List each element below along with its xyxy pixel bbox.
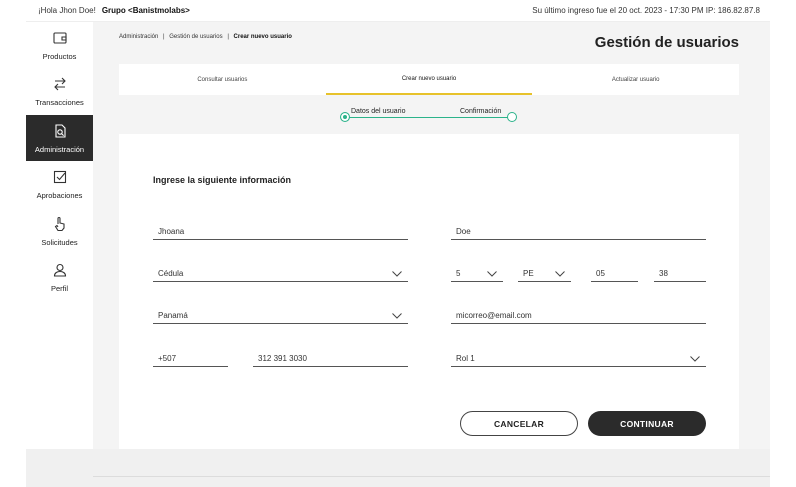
transfer-arrows-icon xyxy=(53,77,66,91)
role-select[interactable]: Rol 1 xyxy=(451,351,706,367)
top-bar: ¡Hola Jhon Doe! Grupo <Banistmolabs> Su … xyxy=(26,0,770,22)
sidebar-item-label: Productos xyxy=(42,51,77,61)
email-field[interactable]: micorreo@email.com xyxy=(451,308,706,324)
id-part2-value: PE xyxy=(523,269,534,278)
breadcrumb-separator: | xyxy=(227,34,229,40)
chevron-down-icon xyxy=(392,312,402,319)
breadcrumb-separator: | xyxy=(163,34,165,40)
id-part4-field[interactable]: 38 xyxy=(654,266,706,282)
progress-stepper: Datos del usuario Confirmación xyxy=(340,108,520,124)
chevron-down-icon xyxy=(487,270,497,277)
breadcrumb-administracion[interactable]: Administración xyxy=(119,34,158,40)
footer-area xyxy=(26,449,770,487)
chevron-down-icon xyxy=(392,270,402,277)
email-value: micorreo@email.com xyxy=(456,311,532,320)
phone-number-field[interactable]: 312 391 3030 xyxy=(253,351,408,367)
phone-code-value: +507 xyxy=(158,354,177,363)
breadcrumb: Administración | Gestión de usuarios | C… xyxy=(119,34,292,40)
sidebar-item-label: Transacciones xyxy=(35,98,84,107)
document-search-icon xyxy=(54,123,66,138)
checkbox-icon xyxy=(53,170,66,184)
id-part1-select[interactable]: 5 xyxy=(451,266,503,282)
sidebar: Productos Transacciones Administración A… xyxy=(26,22,93,449)
wallet-icon xyxy=(52,31,67,44)
sidebar-item-productos[interactable]: Productos xyxy=(26,22,93,68)
footer-divider xyxy=(93,476,770,477)
role-value: Rol 1 xyxy=(456,354,475,363)
id-part1-value: 5 xyxy=(456,269,461,278)
sidebar-item-perfil[interactable]: Perfil xyxy=(26,255,93,301)
chevron-down-icon xyxy=(690,355,700,362)
sidebar-item-transacciones[interactable]: Transacciones xyxy=(26,69,93,115)
tabs: Consultar usuarios Crear nuevo usuario A… xyxy=(119,64,739,95)
id-type-value: Cédula xyxy=(158,269,184,278)
last-name-field[interactable]: Doe xyxy=(451,224,706,240)
id-type-select[interactable]: Cédula xyxy=(153,266,408,282)
phone-number-value: 312 391 3030 xyxy=(258,354,307,363)
sidebar-item-label: Aprobaciones xyxy=(36,191,83,200)
country-value: Panamá xyxy=(158,311,188,320)
last-login-text: Su último ingreso fue el 20 oct. 2023 - … xyxy=(532,6,760,15)
tab-actualizar[interactable]: Actualizar usuario xyxy=(532,64,739,95)
sidebar-item-solicitudes[interactable]: Solicitudes xyxy=(26,208,93,254)
sidebar-item-label: Solicitudes xyxy=(41,237,78,247)
hand-pointer-icon xyxy=(54,216,65,231)
step-1-label: Datos del usuario xyxy=(351,108,406,115)
id-part3-value: 05 xyxy=(596,269,605,278)
cancel-button[interactable]: CANCELAR xyxy=(460,411,578,436)
main-content: Administración | Gestión de usuarios | C… xyxy=(93,22,770,449)
breadcrumb-gestion[interactable]: Gestión de usuarios xyxy=(169,34,222,40)
sidebar-item-administracion[interactable]: Administración xyxy=(26,115,93,161)
user-icon xyxy=(53,263,66,277)
chevron-down-icon xyxy=(555,270,565,277)
step-2-indicator xyxy=(507,112,517,122)
country-select[interactable]: Panamá xyxy=(153,308,408,324)
page-title: Gestión de usuarios xyxy=(594,34,739,51)
breadcrumb-current: Crear nuevo usuario xyxy=(233,34,292,40)
id-part2-select[interactable]: PE xyxy=(518,266,571,282)
form-card: Ingrese la siguiente información Jhoana … xyxy=(119,134,739,449)
group-name: Grupo <Banistmolabs> xyxy=(101,6,190,15)
first-name-field[interactable]: Jhoana xyxy=(153,224,408,240)
greeting-text: ¡Hola Jhon Doe! xyxy=(38,6,96,15)
form-heading: Ingrese la siguiente información xyxy=(153,175,292,185)
stepper-line xyxy=(346,117,514,118)
id-part3-field[interactable]: 05 xyxy=(591,266,638,282)
sidebar-item-label: Administración xyxy=(34,144,85,154)
tab-crear[interactable]: Crear nuevo usuario xyxy=(325,64,533,95)
tab-consultar[interactable]: Consultar usuarios xyxy=(119,64,326,95)
last-name-value: Doe xyxy=(456,227,471,236)
sidebar-item-label: Perfil xyxy=(50,284,69,293)
id-part4-value: 38 xyxy=(659,269,668,278)
right-margin xyxy=(770,0,796,487)
sidebar-item-aprobaciones[interactable]: Aprobaciones xyxy=(26,162,93,208)
phone-code-field[interactable]: +507 xyxy=(153,351,228,367)
step-1-indicator xyxy=(340,112,350,122)
step-2-label: Confirmación xyxy=(460,108,502,115)
continue-button[interactable]: CONTINUAR xyxy=(588,411,706,436)
first-name-value: Jhoana xyxy=(158,227,185,236)
